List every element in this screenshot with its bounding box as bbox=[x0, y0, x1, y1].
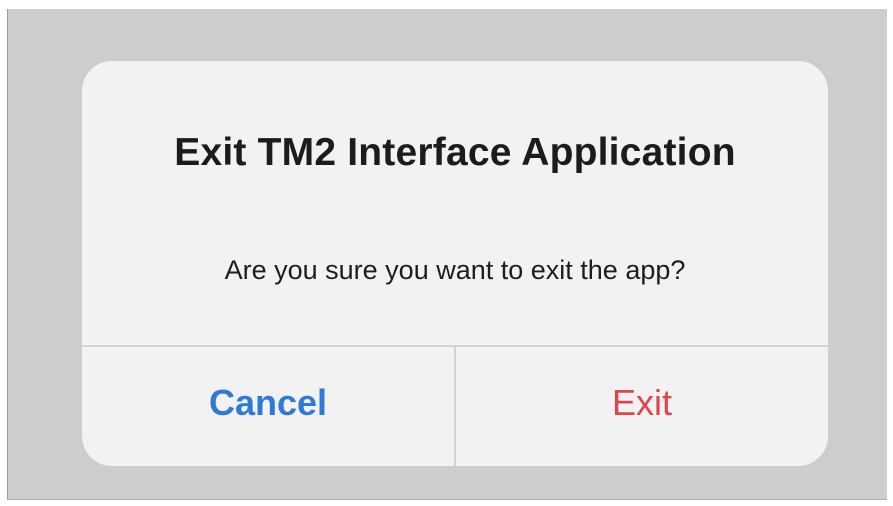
cancel-button[interactable]: Cancel bbox=[82, 347, 454, 466]
alert-title: Exit TM2 Interface Application bbox=[174, 131, 736, 174]
screen-backdrop: Exit TM2 Interface Application Are you s… bbox=[7, 9, 887, 500]
exit-button[interactable]: Exit bbox=[456, 347, 828, 466]
alert-dialog: Exit TM2 Interface Application Are you s… bbox=[82, 61, 828, 466]
alert-content: Exit TM2 Interface Application Are you s… bbox=[82, 61, 828, 345]
alert-message: Are you sure you want to exit the app? bbox=[224, 255, 686, 285]
